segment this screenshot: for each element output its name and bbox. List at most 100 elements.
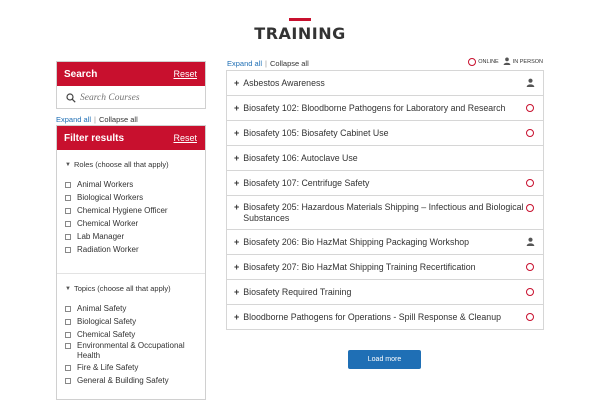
role-option-lab-manager[interactable]: Lab Manager	[65, 230, 205, 243]
checkbox[interactable]	[65, 233, 71, 240]
option-label: Chemical Safety	[77, 330, 136, 339]
sidebar-expand-all-link[interactable]: Expand all	[56, 115, 91, 124]
topic-option-environmental-occupational-health[interactable]: Environmental & Occupational Health	[65, 341, 205, 361]
list-expand-all-link[interactable]: Expand all	[227, 59, 262, 68]
course-item-biosafety-205[interactable]: + Biosafety 205: Hazardous Materials Shi…	[227, 196, 543, 230]
course-title: Biosafety 207: Bio HazMat Shipping Train…	[243, 261, 476, 272]
person-icon	[526, 237, 535, 248]
online-circle-icon	[468, 58, 477, 66]
legend-in-person-label: IN PERSON	[512, 59, 543, 65]
online-indicator	[525, 263, 535, 271]
expand-plus-icon: +	[234, 237, 240, 247]
course-list: + Asbestos Awareness + Biosafety 102: Bl…	[226, 70, 544, 330]
online-circle-icon	[526, 263, 534, 271]
search-field-row	[57, 86, 205, 109]
filter-header: Filter results Reset	[57, 126, 205, 150]
checkbox[interactable]	[65, 377, 71, 384]
topics-group-toggle[interactable]: ▼ Topics (choose all that apply)	[65, 284, 205, 293]
sidebar-expand-collapse: Expand all | Collapse all	[56, 115, 138, 124]
list-toggle-separator: |	[265, 59, 267, 68]
option-label: Lab Manager	[77, 232, 125, 241]
in-person-indicator	[525, 78, 535, 89]
search-title: Search	[64, 68, 98, 80]
checkbox[interactable]	[65, 331, 71, 338]
checkbox[interactable]	[65, 194, 71, 201]
checkbox[interactable]	[65, 246, 71, 253]
topic-option-biological-safety[interactable]: Biological Safety	[65, 315, 205, 328]
filter-reset-link[interactable]: Reset	[173, 133, 197, 143]
course-item-asbestos-awareness[interactable]: + Asbestos Awareness	[227, 71, 543, 96]
filter-title: Filter results	[64, 132, 125, 144]
course-item-biosafety-207[interactable]: + Biosafety 207: Bio HazMat Shipping Tra…	[227, 255, 543, 280]
in-person-indicator	[525, 237, 535, 248]
option-label: Chemical Hygiene Officer	[77, 206, 168, 215]
online-indicator	[525, 179, 535, 187]
role-option-radiation-worker[interactable]: Radiation Worker	[65, 243, 205, 256]
option-label: Radiation Worker	[77, 245, 139, 254]
filter-divider	[57, 273, 205, 274]
online-indicator	[525, 129, 535, 137]
delivery-legend: ONLINE IN PERSON	[468, 57, 543, 67]
search-reset-link[interactable]: Reset	[173, 69, 197, 79]
expand-plus-icon: +	[234, 262, 240, 272]
load-more-button[interactable]: Load more	[348, 350, 421, 369]
course-title: Biosafety 206: Bio HazMat Shipping Packa…	[243, 236, 470, 247]
role-option-biological-workers[interactable]: Biological Workers	[65, 191, 205, 204]
expand-plus-icon: +	[234, 202, 240, 212]
option-label: General & Building Safety	[77, 376, 169, 385]
checkbox[interactable]	[65, 181, 71, 188]
course-item-biosafety-102[interactable]: + Biosafety 102: Bloodborne Pathogens fo…	[227, 96, 543, 121]
caret-down-icon: ▼	[65, 161, 71, 168]
checkbox[interactable]	[65, 207, 71, 214]
online-circle-icon	[526, 313, 534, 321]
title-accent-bar	[289, 18, 311, 21]
option-label: Biological Safety	[77, 317, 137, 326]
course-title: Biosafety Required Training	[243, 286, 352, 297]
search-panel: Search Reset	[56, 61, 206, 109]
topic-option-animal-safety[interactable]: Animal Safety	[65, 302, 205, 315]
list-expand-collapse: Expand all | Collapse all	[227, 59, 309, 68]
course-item-biosafety-required-training[interactable]: + Biosafety Required Training	[227, 280, 543, 305]
topic-option-general-building-safety[interactable]: General & Building Safety	[65, 374, 205, 387]
legend-online-label: ONLINE	[478, 59, 499, 65]
online-circle-icon	[526, 179, 534, 187]
expand-plus-icon: +	[234, 153, 240, 163]
checkbox[interactable]	[65, 220, 71, 227]
checkbox[interactable]	[65, 343, 71, 349]
online-indicator	[525, 204, 535, 212]
course-item-biosafety-106[interactable]: + Biosafety 106: Autoclave Use	[227, 146, 543, 171]
online-circle-icon	[526, 104, 534, 112]
course-title: Asbestos Awareness	[243, 77, 325, 88]
course-title: Biosafety 102: Bloodborne Pathogens for …	[243, 102, 506, 113]
option-label: Animal Safety	[77, 304, 127, 313]
course-item-biosafety-107[interactable]: + Biosafety 107: Centrifuge Safety	[227, 171, 543, 196]
topic-option-fire-life-safety[interactable]: Fire & Life Safety	[65, 361, 205, 374]
topic-option-chemical-safety[interactable]: Chemical Safety	[65, 328, 205, 341]
course-title: Biosafety 205: Hazardous Materials Shipp…	[243, 201, 524, 223]
sidebar-collapse-all-link[interactable]: Collapse all	[99, 115, 138, 124]
online-indicator	[525, 288, 535, 296]
role-option-chemical-hygiene-officer[interactable]: Chemical Hygiene Officer	[65, 204, 205, 217]
search-input[interactable]	[80, 92, 200, 103]
page-title: TRAINING	[254, 24, 346, 43]
checkbox[interactable]	[65, 305, 71, 312]
course-item-biosafety-105[interactable]: + Biosafety 105: Biosafety Cabinet Use	[227, 121, 543, 146]
online-circle-icon	[526, 288, 534, 296]
list-collapse-all-link[interactable]: Collapse all	[270, 59, 309, 68]
caret-down-icon: ▼	[65, 285, 71, 292]
expand-plus-icon: +	[234, 178, 240, 188]
expand-plus-icon: +	[234, 103, 240, 113]
expand-plus-icon: +	[234, 128, 240, 138]
option-label: Animal Workers	[77, 180, 134, 189]
course-item-bloodborne-pathogens-operations[interactable]: + Bloodborne Pathogens for Operations - …	[227, 305, 543, 329]
role-option-animal-workers[interactable]: Animal Workers	[65, 178, 205, 191]
person-icon	[526, 78, 535, 89]
search-icon	[65, 92, 77, 104]
roles-group-toggle[interactable]: ▼ Roles (choose all that apply)	[65, 160, 205, 169]
sidebar-toggle-separator: |	[94, 115, 96, 124]
role-option-chemical-worker[interactable]: Chemical Worker	[65, 217, 205, 230]
topics-group-title: Topics (choose all that apply)	[73, 284, 171, 293]
checkbox[interactable]	[65, 364, 71, 371]
checkbox[interactable]	[65, 318, 71, 325]
course-item-biosafety-206[interactable]: + Biosafety 206: Bio HazMat Shipping Pac…	[227, 230, 543, 255]
